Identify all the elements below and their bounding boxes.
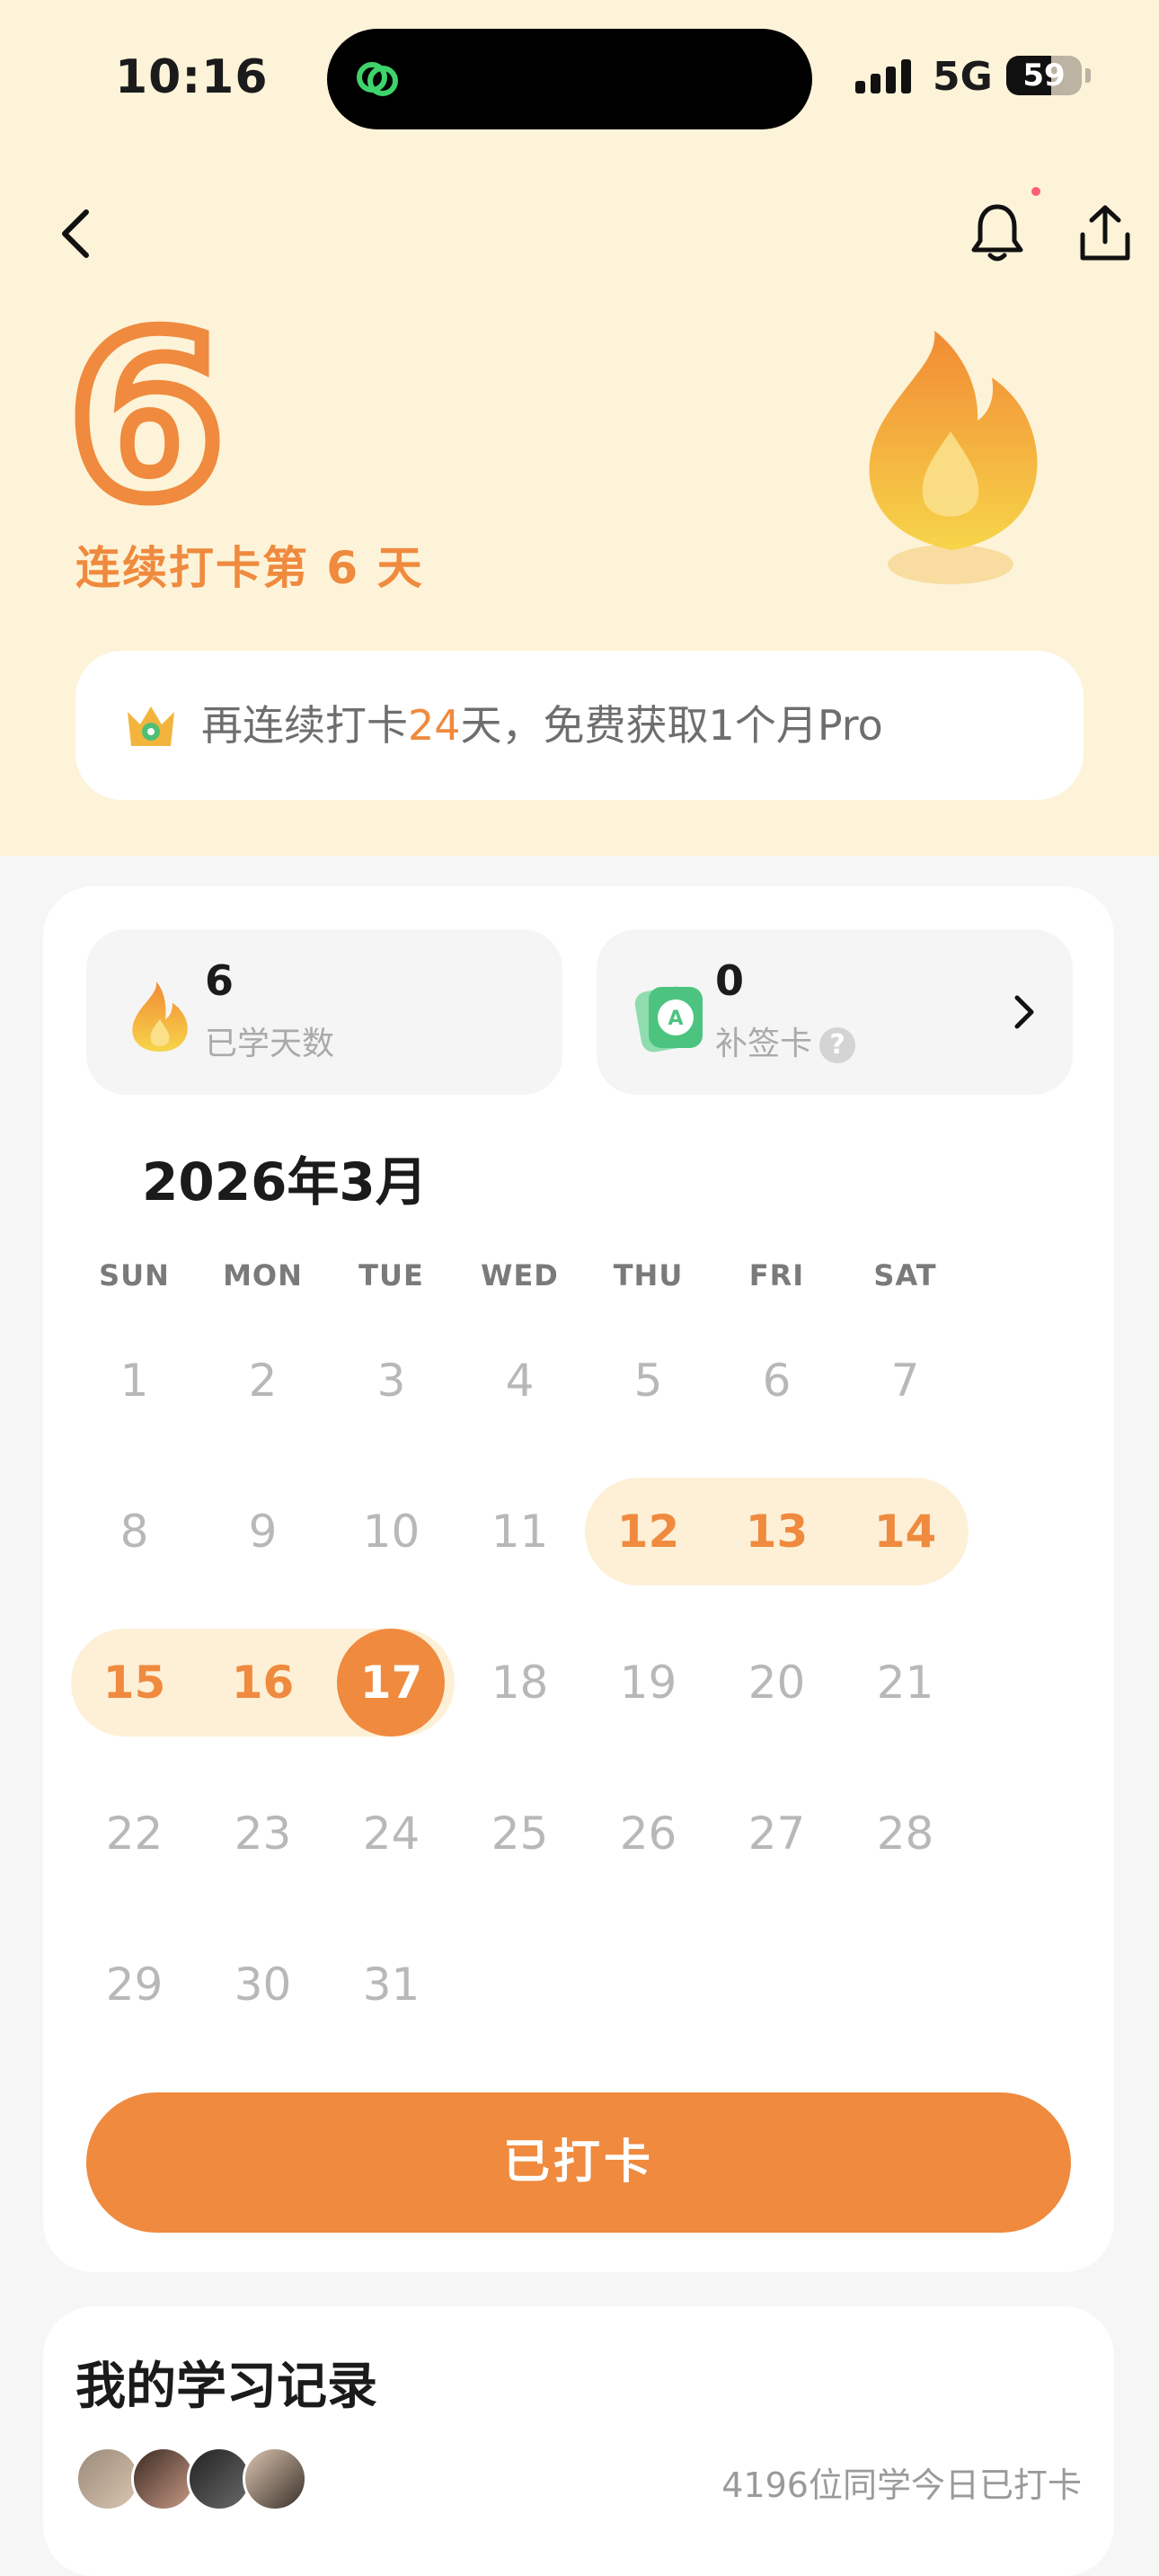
calendar-day[interactable]: 13 — [712, 1476, 841, 1587]
weekday-header: SUN MON TUE WED THU FRI SAT — [70, 1258, 1094, 1292]
bell-icon — [971, 204, 1023, 262]
link-icon — [357, 62, 398, 96]
calendar-day[interactable]: 18 — [456, 1627, 584, 1738]
calendar-day[interactable]: 8 — [70, 1476, 199, 1587]
weekday-label: THU — [613, 1258, 684, 1292]
calendar-day[interactable]: 27 — [712, 1778, 841, 1889]
study-records-title: 我的学习记录 — [75, 2358, 377, 2416]
calendar-week-row: 22 23 24 25 26 27 28 — [70, 1778, 970, 1889]
network-type: 5G — [933, 54, 993, 100]
calendar-day[interactable]: 29 — [70, 1929, 199, 2040]
checkin-calendar-card: 6 已学天数 A 0 补签卡? 2026年3月 SUN MON TUE WED … — [43, 886, 1114, 2272]
weekday-label: FRI — [748, 1258, 805, 1292]
weekday-label: MON — [223, 1258, 303, 1292]
calendar-day[interactable]: 4 — [456, 1325, 584, 1436]
calendar-day[interactable]: 19 — [584, 1627, 712, 1738]
svg-text:A: A — [668, 1008, 683, 1030]
calendar-day[interactable]: 28 — [841, 1778, 969, 1889]
makeup-card-icon: A — [634, 986, 703, 1053]
calendar-day[interactable]: 14 — [841, 1476, 969, 1587]
promo-text: 再连续打卡24天，免费获取1个月Pro — [201, 697, 883, 753]
calendar-week-row: 8 9 10 11 12 13 14 — [70, 1476, 970, 1587]
calendar-day[interactable]: 16 — [199, 1627, 327, 1738]
calendar-day[interactable]: 3 — [327, 1325, 456, 1436]
calendar-week-row: 29 30 31 — [70, 1929, 970, 2040]
calendar-day[interactable]: 7 — [841, 1325, 969, 1436]
flame-icon — [869, 331, 1038, 584]
calendar-day[interactable]: 26 — [584, 1778, 712, 1889]
promo-text-after: 天，免费获取1个月Pro — [460, 701, 883, 750]
calendar-week-row: 15 16 17 18 19 20 21 — [70, 1627, 970, 1738]
makeup-card-value: 0 — [715, 956, 745, 1005]
weekday-label: SAT — [873, 1258, 937, 1292]
share-icon — [1080, 205, 1130, 261]
pro-reward-banner[interactable]: 再连续打卡24天，免费获取1个月Pro — [75, 651, 1084, 800]
checked-in-button[interactable]: 已打卡 — [86, 2092, 1071, 2233]
makeup-card-label: 补签卡 — [715, 1026, 813, 1062]
calendar-day[interactable]: 30 — [199, 1929, 327, 2040]
calendar-day[interactable]: 1 — [70, 1325, 199, 1436]
calendar-day-today[interactable]: 17 — [327, 1627, 456, 1738]
dynamic-island — [327, 29, 812, 129]
notification-dot — [1031, 187, 1040, 196]
share-button[interactable] — [1069, 198, 1141, 270]
calendar-day[interactable]: 22 — [70, 1778, 199, 1889]
battery-cap — [1085, 68, 1091, 83]
help-icon[interactable]: ? — [819, 1027, 856, 1063]
flame-icon — [132, 982, 188, 1052]
calendar-day[interactable]: 9 — [199, 1476, 327, 1587]
makeup-card-label-row: 补签卡? — [715, 1017, 856, 1064]
calendar-day[interactable]: 10 — [327, 1476, 456, 1587]
chevron-left-icon — [62, 209, 89, 258]
crown-icon — [128, 706, 174, 746]
avatar — [243, 2447, 307, 2511]
days-learned-stat: 6 已学天数 — [86, 929, 562, 1095]
calendar-day[interactable]: 5 — [584, 1325, 712, 1436]
calendar-day[interactable]: 23 — [199, 1778, 327, 1889]
avatar-stack — [75, 2447, 307, 2511]
checkin-count-text: 4196位同学今日已打卡 — [721, 2465, 1082, 2505]
weekday-label: WED — [481, 1258, 559, 1292]
battery-level: 59 — [1022, 58, 1066, 93]
promo-text-before: 再连续打卡 — [201, 701, 408, 750]
battery-icon: 59 — [1006, 56, 1082, 95]
weekday-label: TUE — [358, 1258, 424, 1292]
days-learned-label: 已学天数 — [205, 1026, 335, 1062]
status-time: 10:16 — [115, 50, 269, 104]
calendar-day[interactable]: 6 — [712, 1325, 841, 1436]
calendar-month-title: 2026年3月 — [142, 1151, 428, 1212]
study-records-card[interactable]: 我的学习记录 4196位同学今日已打卡 — [43, 2306, 1114, 2576]
calendar-day[interactable]: 12 — [584, 1476, 712, 1587]
calendar-day[interactable]: 24 — [327, 1778, 456, 1889]
days-learned-value: 6 — [205, 956, 234, 1005]
calendar-week-row: 1234567 — [70, 1325, 970, 1436]
chevron-right-icon — [1014, 995, 1034, 1029]
makeup-card-stat[interactable]: A 0 补签卡? — [597, 929, 1073, 1095]
streak-number: 6 — [61, 287, 232, 548]
calendar-day[interactable]: 11 — [456, 1476, 584, 1587]
calendar-day[interactable]: 2 — [199, 1325, 327, 1436]
calendar-day[interactable]: 15 — [70, 1627, 199, 1738]
calendar-day[interactable]: 20 — [712, 1627, 841, 1738]
calendar-day[interactable]: 21 — [841, 1627, 969, 1738]
notification-button[interactable] — [961, 198, 1033, 270]
weekday-label: SUN — [99, 1258, 170, 1292]
promo-highlight-days: 24 — [408, 701, 461, 750]
calendar-day[interactable]: 31 — [327, 1929, 456, 2040]
back-button[interactable] — [40, 198, 111, 270]
signal-icon — [855, 59, 911, 93]
streak-label: 连续打卡第 6 天 — [75, 542, 424, 594]
calendar-day[interactable]: 25 — [456, 1778, 584, 1889]
